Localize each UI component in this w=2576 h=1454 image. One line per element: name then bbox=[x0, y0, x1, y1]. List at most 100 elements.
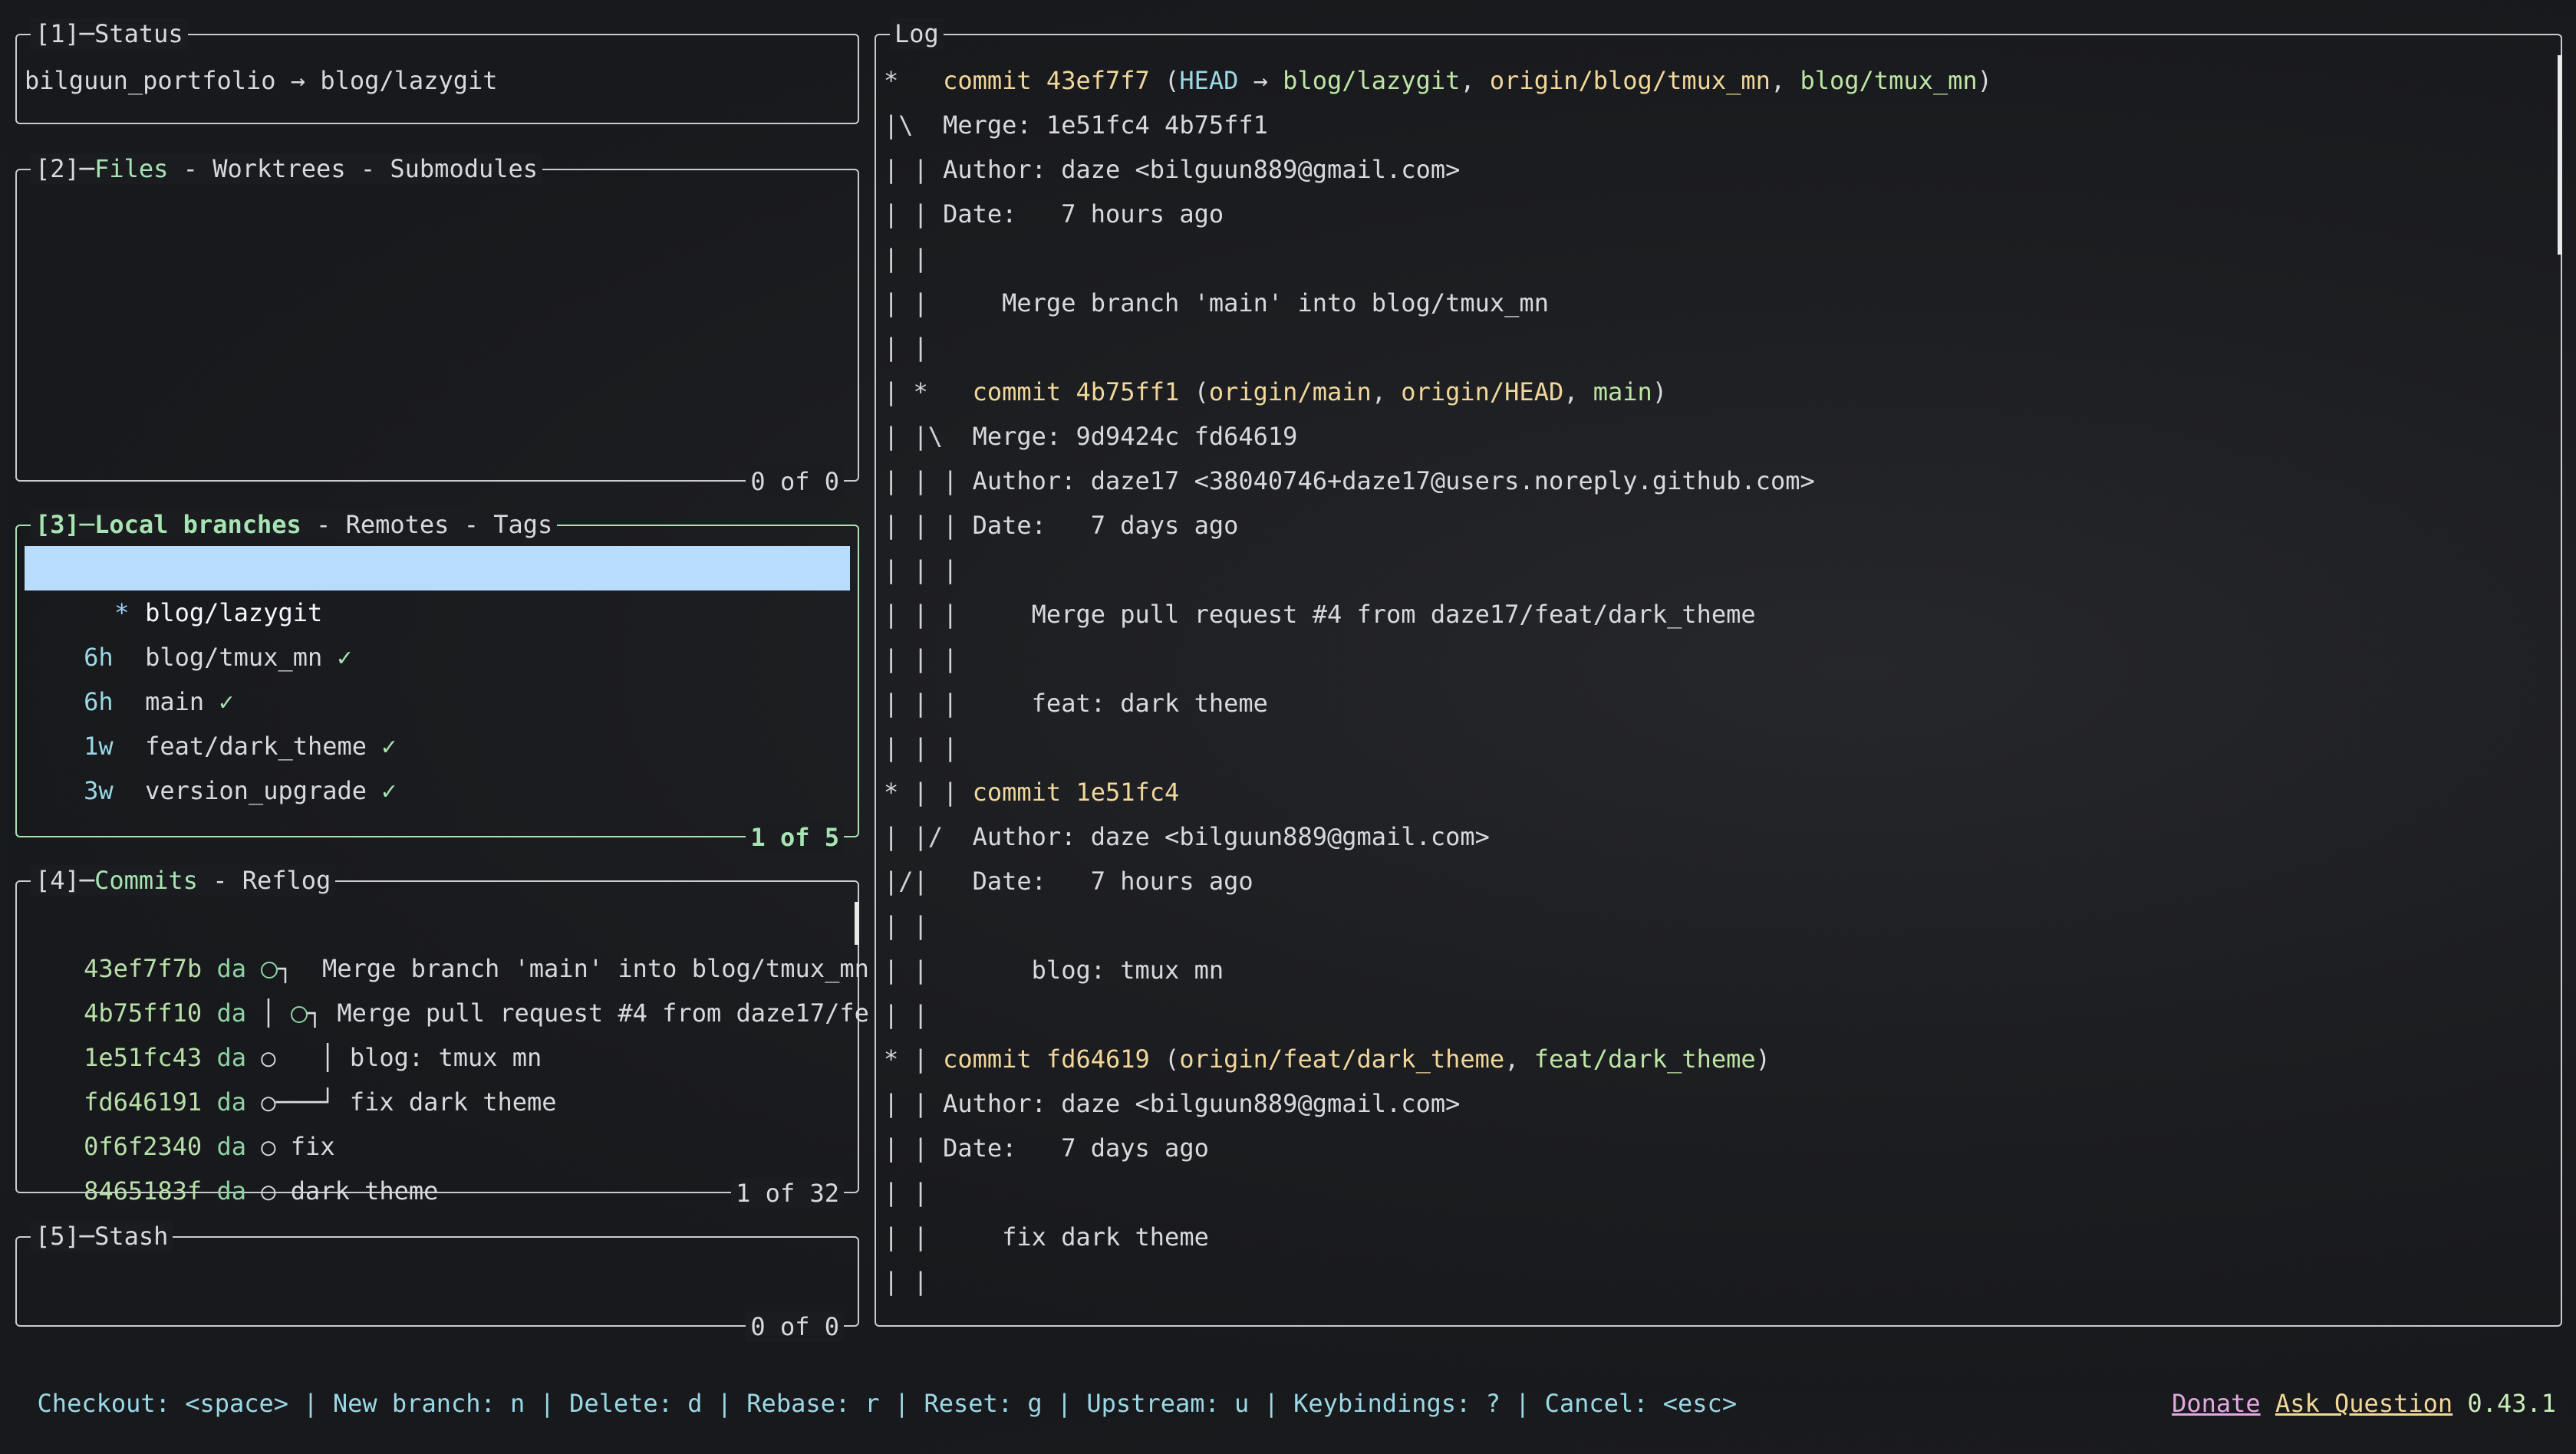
log-line: | * commit 4b75ff1 (origin/main, origin/… bbox=[884, 370, 1667, 414]
log-graph: | | bbox=[884, 1133, 944, 1163]
log-graph: | | | bbox=[884, 555, 958, 584]
commits-scrollbar[interactable] bbox=[855, 902, 859, 945]
ask-question-link[interactable]: Ask Question bbox=[2275, 1389, 2452, 1418]
log-text: , bbox=[1770, 66, 1800, 95]
log-line: | | Author: daze <bilguun889@gmail.com> bbox=[884, 1081, 1460, 1126]
log-text: blog/lazygit bbox=[1283, 66, 1461, 95]
commits-panel-footer: 1 of 32 bbox=[731, 1178, 844, 1209]
log-text: , bbox=[1371, 377, 1402, 406]
log-line: | | Merge branch 'main' into blog/tmux_m… bbox=[884, 281, 1549, 325]
log-text: Date: 7 days ago bbox=[972, 511, 1239, 540]
branch-row-selected[interactable]: * blog/lazygit bbox=[25, 546, 850, 627]
log-graph: | | bbox=[884, 288, 1003, 317]
log-scrollbar[interactable] bbox=[2558, 55, 2562, 255]
branch-name: version_upgrade bbox=[145, 776, 367, 805]
log-graph: | | bbox=[884, 199, 944, 229]
log-text: fix dark theme bbox=[1002, 1222, 1209, 1252]
log-text: ( bbox=[1164, 1044, 1180, 1074]
commit-row[interactable]: 1e51fc43 da ○ │ blog: tmux mn bbox=[25, 991, 850, 1072]
commit-sha: 8465183f bbox=[84, 1176, 203, 1206]
commit-author: da bbox=[216, 1176, 246, 1206]
stash-panel-footer: 0 of 0 bbox=[746, 1311, 844, 1342]
log-text: Date: 7 hours ago bbox=[943, 199, 1224, 229]
branches-panel[interactable]: [3]─Local branches - Remotes - Tags * blo… bbox=[15, 509, 859, 853]
log-text: origin/feat/dark_theme bbox=[1179, 1044, 1505, 1074]
log-text: origin/main bbox=[1208, 377, 1372, 406]
version-label: 0.43.1 bbox=[2467, 1389, 2556, 1418]
check-icon: ✓ bbox=[381, 776, 397, 805]
log-text: commit 4b75ff1 bbox=[972, 377, 1194, 406]
log-text: ) bbox=[1652, 377, 1668, 406]
log-line: | | fix dark theme bbox=[884, 1215, 1209, 1259]
log-graph: | | bbox=[884, 1267, 928, 1296]
branch-row[interactable]: 1w feat/dark_theme ✓ bbox=[25, 679, 850, 761]
log-panel-title: Log bbox=[890, 18, 944, 49]
tab-worktrees[interactable]: Worktrees bbox=[212, 154, 345, 183]
donate-link[interactable]: Donate bbox=[2172, 1389, 2261, 1418]
log-line: | | bbox=[884, 236, 928, 281]
log-text: Author: daze <bilguun889@gmail.com> bbox=[972, 822, 1490, 851]
log-text: , bbox=[1504, 1044, 1534, 1074]
branch-row[interactable]: 6h blog/tmux_mn ✓ bbox=[25, 590, 850, 672]
branches-panel-footer: 1 of 5 bbox=[746, 822, 844, 853]
log-text: Merge: 1e51fc4 4b75ff1 bbox=[943, 110, 1268, 140]
log-graph: | | bbox=[884, 1222, 1003, 1252]
log-line: | | | Merge pull request #4 from daze17/… bbox=[884, 592, 1756, 637]
keybindings-hints: Checkout: <space> | New branch: n | Dele… bbox=[37, 1389, 1738, 1418]
log-text: , bbox=[1563, 377, 1593, 406]
files-panel-footer: 0 of 0 bbox=[746, 466, 844, 497]
log-graph: * | bbox=[884, 1044, 944, 1074]
log-text: origin/blog/tmux_mn bbox=[1489, 66, 1771, 95]
log-text: Date: 7 hours ago bbox=[972, 867, 1253, 896]
log-graph: | | | bbox=[884, 466, 973, 495]
log-graph: | | bbox=[884, 244, 928, 273]
commit-row[interactable]: 43ef7f7b da ┐ Merge branch 'main' into b… bbox=[25, 902, 869, 983]
tab-submodules[interactable]: Submodules bbox=[390, 154, 538, 183]
branch-age: 3w bbox=[84, 776, 114, 805]
log-text: ( bbox=[1194, 377, 1209, 406]
commit-row[interactable]: 4b75ff10 da │ ┐ Merge pull request #4 fr… bbox=[25, 946, 869, 1028]
tab-tags[interactable]: Tags bbox=[493, 510, 552, 539]
tab-remotes[interactable]: Remotes bbox=[346, 510, 450, 539]
files-panel-title: [2]─Files - Worktrees - Submodules bbox=[31, 153, 543, 184]
log-graph: | | bbox=[884, 1000, 928, 1029]
tab-local-branches[interactable]: Local branches bbox=[94, 510, 301, 539]
log-panel[interactable]: Log * commit 43ef7f7 (HEAD → blog/lazygi… bbox=[875, 18, 2562, 1327]
log-graph: | | bbox=[884, 911, 928, 940]
log-text: commit fd64619 bbox=[943, 1044, 1165, 1074]
log-line: | | bbox=[884, 992, 928, 1037]
log-line: | | | feat: dark theme bbox=[884, 681, 1268, 725]
tab-files[interactable]: Files bbox=[94, 154, 168, 183]
stash-panel[interactable]: [5]─Stash 0 of 0 bbox=[15, 1221, 859, 1342]
log-line: | | bbox=[884, 1170, 928, 1215]
commit-row[interactable]: 8465183f da ○ dark theme bbox=[25, 1124, 850, 1206]
log-text: → bbox=[1238, 66, 1283, 95]
log-graph: |\ bbox=[884, 110, 944, 140]
tab-reflog[interactable]: Reflog bbox=[242, 866, 331, 895]
log-graph: | | | bbox=[884, 600, 1032, 629]
log-line: | | bbox=[884, 325, 928, 370]
files-panel[interactable]: [2]─Files - Worktrees - Submodules 0 of … bbox=[15, 153, 859, 497]
branch-row[interactable]: 6h main ✓ bbox=[25, 635, 850, 716]
log-line: |/| Date: 7 hours ago bbox=[884, 859, 1253, 903]
log-line: * | commit fd64619 (origin/feat/dark_the… bbox=[884, 1037, 1771, 1081]
tab-commits[interactable]: Commits bbox=[94, 866, 198, 895]
log-graph: | | bbox=[884, 155, 944, 184]
status-panel[interactable]: [1]─Status bilguun_portfolio → blog/lazy… bbox=[15, 18, 859, 124]
log-text: Author: daze <bilguun889@gmail.com> bbox=[943, 155, 1461, 184]
keybindings-status-bar: Checkout: <space> | New branch: n | Dele… bbox=[8, 1353, 2568, 1418]
log-graph: | |/ bbox=[884, 822, 973, 851]
log-line: | |\ Merge: 9d9424c fd64619 bbox=[884, 414, 1297, 459]
commits-panel[interactable]: [4]─Commits - Reflog 43ef7f7b da ┐ Merge… bbox=[15, 865, 869, 1209]
log-text: blog/tmux_mn bbox=[1800, 66, 1978, 95]
commit-row[interactable]: 0f6f2340 da ○ fix bbox=[25, 1080, 850, 1161]
commit-row[interactable]: fd646191 da ○───┘ fix dark theme bbox=[25, 1035, 850, 1117]
log-text: feat: dark theme bbox=[1031, 689, 1268, 718]
log-line: | | | bbox=[884, 637, 957, 681]
log-line: | | bbox=[884, 1259, 928, 1304]
log-text: Date: 7 days ago bbox=[943, 1133, 1209, 1163]
log-graph: | | bbox=[884, 333, 928, 362]
branch-row[interactable]: 3w version_upgrade ✓ bbox=[25, 724, 850, 805]
log-text: ) bbox=[1755, 1044, 1771, 1074]
log-text: ( bbox=[1164, 66, 1180, 95]
